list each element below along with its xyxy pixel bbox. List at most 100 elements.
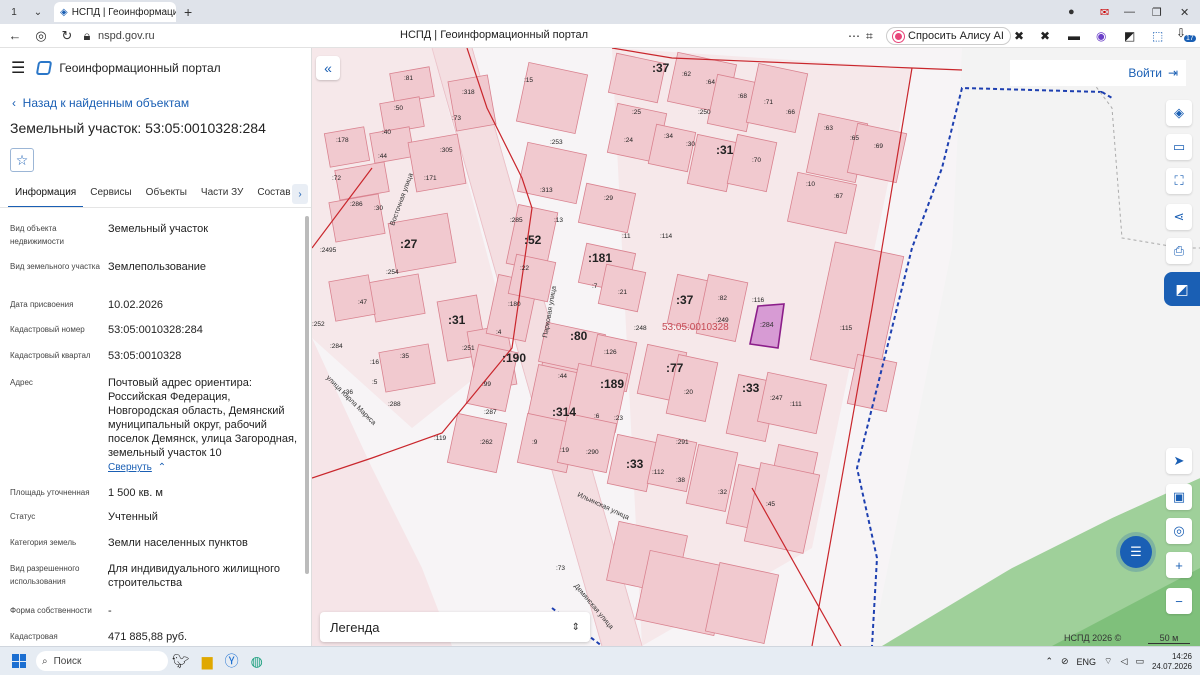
battery-icon[interactable]: ▭ xyxy=(1135,656,1144,667)
parcel-label: :318 xyxy=(462,89,475,96)
reload-icon[interactable]: ↻ xyxy=(54,28,80,44)
parcel-label: :249 xyxy=(716,317,729,324)
favorite-star-button[interactable]: ☆ xyxy=(10,148,34,172)
ask-alisa-button[interactable]: Спросить Алису AI xyxy=(886,27,1011,45)
parcel-label: :29 xyxy=(604,195,613,202)
widgets-icon[interactable]: 🐦︎ xyxy=(172,653,190,670)
file-explorer-icon[interactable]: ▆ xyxy=(202,653,213,670)
wifi-icon[interactable]: ⌔ xyxy=(1104,656,1112,667)
collapse-panel-button[interactable]: « xyxy=(316,56,340,80)
parcel-label: :68 xyxy=(738,93,747,100)
extension-icon[interactable]: ◩ xyxy=(1124,29,1135,43)
extension-icon[interactable]: ✖ xyxy=(1040,29,1050,43)
parcel-label: :189 xyxy=(600,377,624,391)
collapse-link[interactable]: Свернуть ⌃ xyxy=(108,460,298,475)
map-canvas[interactable]: 53:05:0010328 :284 Восточная улица Парко… xyxy=(312,48,1200,646)
parcel-label: :171 xyxy=(424,175,437,182)
minimize-icon[interactable]: — xyxy=(1124,0,1135,24)
attribute-value: - xyxy=(108,605,112,617)
parcel-label: :71 xyxy=(764,99,773,106)
parcel-label: :252 xyxy=(312,321,325,328)
tab-objects[interactable]: Объекты xyxy=(139,186,194,208)
print-icon[interactable]: ⎙ xyxy=(1166,238,1192,264)
parcel-label: :115 xyxy=(840,325,853,332)
bookmark-icon[interactable]: ⌗ xyxy=(866,29,873,44)
notifications-icon[interactable]: ✉ xyxy=(1100,0,1109,24)
tab-parts[interactable]: Части ЗУ xyxy=(194,186,250,208)
share-icon[interactable]: ⋖ xyxy=(1166,204,1192,230)
clock[interactable]: 14:26 24.07.2026 xyxy=(1152,652,1192,672)
parcel-label: :37 xyxy=(676,293,694,307)
tab-services[interactable]: Сервисы xyxy=(83,186,138,208)
chat-bubble-icon[interactable]: ☰ xyxy=(1120,536,1152,568)
parcel-label: :50 xyxy=(394,105,403,112)
parcel-label: :19 xyxy=(560,447,569,454)
site-protection-icon[interactable]: ◎ xyxy=(28,28,54,44)
tabs-scroll-right-icon[interactable]: › xyxy=(292,184,308,204)
chevron-up-icon[interactable]: ⌃ xyxy=(1045,656,1053,667)
cadastral-map[interactable]: 53:05:0010328 :284 Восточная улица Парко… xyxy=(312,48,1200,646)
network-icon[interactable]: ⊘ xyxy=(1061,656,1069,667)
sort-arrows-icon: ⇕ xyxy=(571,621,580,633)
extension-icon[interactable]: ◉ xyxy=(1096,29,1106,43)
parcel-label: :67 xyxy=(834,193,843,200)
page-title-center: НСПД | Геоинформационный портал xyxy=(400,29,589,41)
extension-icon[interactable]: ✖ xyxy=(1014,29,1024,43)
attribute-value: Почтовый адрес ориентира: Российская Фед… xyxy=(108,377,298,459)
parcel-label: :284 xyxy=(330,343,343,350)
parcel-label: :288 xyxy=(388,401,401,408)
browser-tab-active[interactable]: ◈ НСПД | Геоинформацио ✕ xyxy=(54,2,176,22)
language-indicator[interactable]: ENG xyxy=(1077,657,1097,667)
maximize-icon[interactable]: ❐ xyxy=(1152,0,1162,24)
legend-dropdown[interactable]: Легенда ⇕ xyxy=(320,612,590,642)
zoom-in-icon[interactable]: + xyxy=(1166,552,1192,578)
back-arrow-icon[interactable]: ← xyxy=(2,28,28,43)
attribute-value: Учтенный xyxy=(108,511,158,523)
yandex-browser-icon[interactable]: Ⓨ xyxy=(225,651,239,671)
parcel-label: :112 xyxy=(652,469,665,476)
parcel-label: :114 xyxy=(660,233,673,240)
parcel-label: :21 xyxy=(618,289,627,296)
ruler-icon[interactable]: ▭ xyxy=(1166,134,1192,160)
volume-icon[interactable]: ◁ xyxy=(1121,656,1128,667)
basemap-icon[interactable]: ▣ xyxy=(1166,484,1192,510)
more-options-icon[interactable]: ⋯ xyxy=(848,29,860,43)
taskbar-search-field[interactable]: ⌕ Поиск xyxy=(36,651,168,671)
select-area-icon[interactable]: ⛶ xyxy=(1166,168,1192,194)
zoom-out-icon[interactable]: − xyxy=(1166,588,1192,614)
attribute-key: Категория земель xyxy=(10,538,77,547)
parcel-label: :30 xyxy=(686,141,695,148)
tab-list-chevron-icon[interactable]: ⌄ xyxy=(28,3,48,21)
parcel-label: :11 xyxy=(622,233,631,240)
edge-browser-icon[interactable]: ◍ xyxy=(251,653,263,670)
parcel-title: Земельный участок: 53:05:0010328:284 xyxy=(10,120,266,136)
close-window-icon[interactable]: ✕ xyxy=(1180,0,1189,24)
active-layer-tool-icon[interactable]: ◩ xyxy=(1164,272,1200,306)
extensions-icon[interactable]: ⬚ xyxy=(1152,29,1163,43)
menu-icon[interactable]: ☰ xyxy=(11,58,25,78)
layers-icon[interactable]: ◈ xyxy=(1166,100,1192,126)
back-to-results-link[interactable]: ‹ Назад к найденным объектам xyxy=(12,96,189,110)
parcel-label: :27 xyxy=(400,237,418,251)
login-button[interactable]: Войти ⇥ xyxy=(1010,60,1186,86)
tab-composition[interactable]: Состав xyxy=(250,186,297,208)
parcel-label: :314 xyxy=(552,405,576,419)
alisa-icon xyxy=(893,30,904,42)
windows-start-icon[interactable] xyxy=(12,654,26,668)
attribute-value: Земельный участок xyxy=(108,223,209,235)
panel-scrollbar[interactable] xyxy=(305,216,309,574)
tab-info[interactable]: Информация xyxy=(8,186,84,208)
parcel-label: :38 xyxy=(676,477,685,484)
info-tabs: Информация Сервисы Объекты Части ЗУ Сост… xyxy=(8,186,298,208)
url-field[interactable]: nspd.gov.ru xyxy=(98,30,155,42)
new-tab-icon[interactable]: + xyxy=(184,4,192,20)
parcel-label: :126 xyxy=(604,349,617,356)
parcel-label: :305 xyxy=(440,147,453,154)
geolocation-icon[interactable]: ◎ xyxy=(1166,518,1192,544)
tab-counter[interactable]: 1 xyxy=(4,3,24,21)
parcel-label: :248 xyxy=(634,325,647,332)
attribute-key: Адрес xyxy=(10,378,33,387)
extension-icon[interactable]: ▬ xyxy=(1068,29,1080,43)
locate-icon[interactable]: ➤ xyxy=(1166,448,1192,474)
profile-icon[interactable]: ● xyxy=(1068,0,1075,24)
